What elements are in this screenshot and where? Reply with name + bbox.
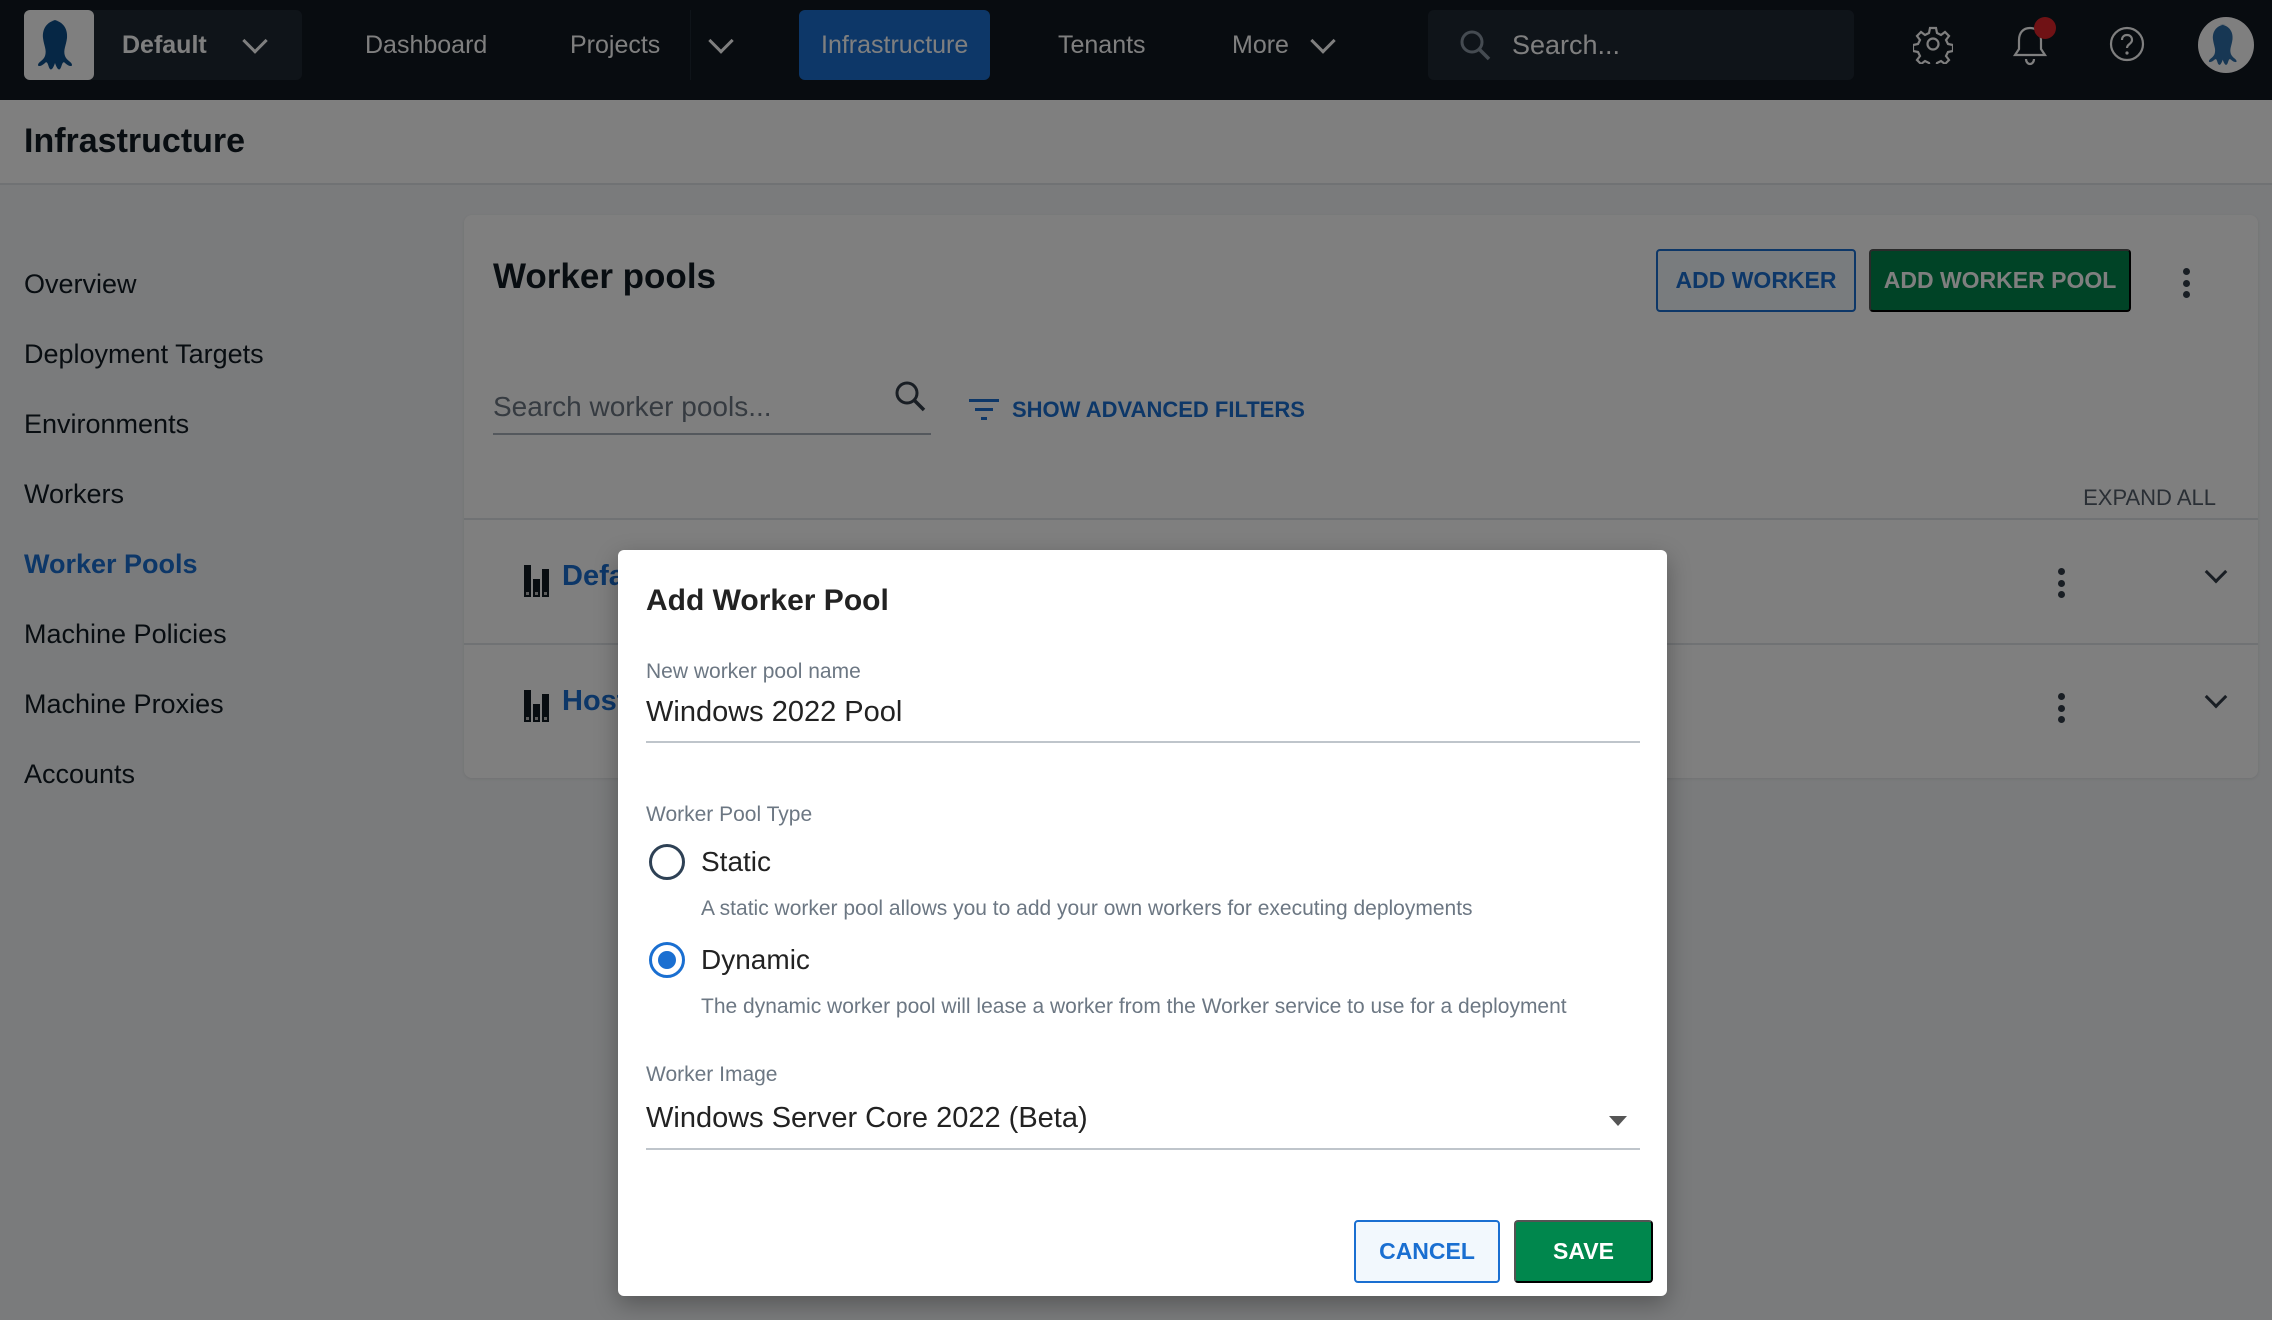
worker-image-label: Worker Image [646, 1063, 778, 1086]
worker-image-underline [646, 1148, 1640, 1150]
pool-name-input[interactable]: Windows 2022 Pool [646, 696, 902, 729]
dynamic-option-label[interactable]: Dynamic [701, 944, 810, 976]
dropdown-caret-icon[interactable] [1609, 1116, 1627, 1126]
static-option-description: A static worker pool allows you to add y… [701, 897, 1473, 920]
save-button[interactable]: SAVE [1514, 1220, 1653, 1283]
add-worker-pool-dialog: Add Worker Pool New worker pool name Win… [618, 550, 1667, 1296]
static-radio[interactable] [649, 844, 685, 880]
pool-name-underline [646, 741, 1640, 743]
dialog-title: Add Worker Pool [646, 584, 889, 617]
worker-image-select[interactable]: Windows Server Core 2022 (Beta) [646, 1102, 1088, 1135]
pool-type-label: Worker Pool Type [646, 803, 813, 826]
dynamic-option-description: The dynamic worker pool will lease a wor… [701, 995, 1567, 1018]
static-option-label[interactable]: Static [701, 846, 771, 878]
pool-name-label: New worker pool name [646, 660, 861, 683]
dynamic-radio[interactable] [649, 942, 685, 978]
cancel-button[interactable]: CANCEL [1354, 1220, 1500, 1283]
